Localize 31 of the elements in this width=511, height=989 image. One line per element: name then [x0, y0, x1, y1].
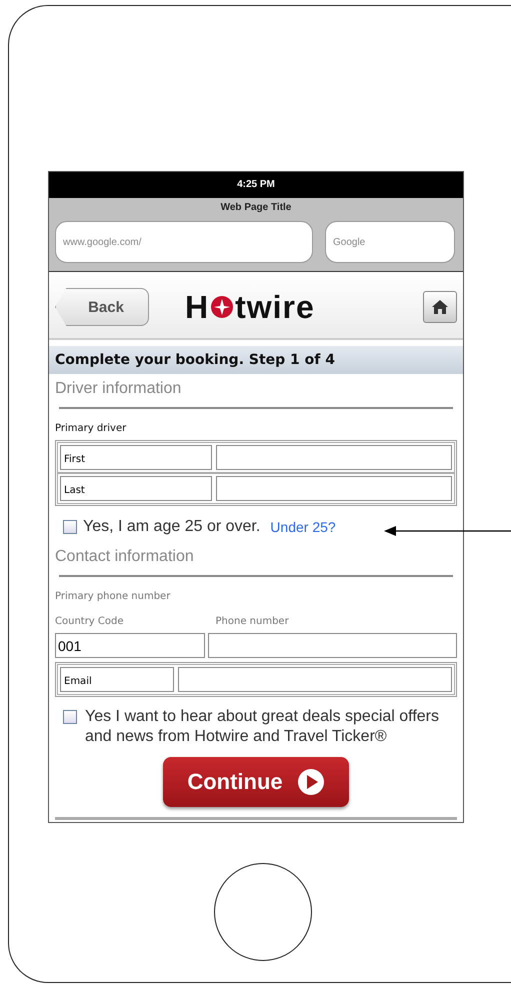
step-heading: Complete your booking. Step 1 of 4 [49, 346, 463, 374]
field-label: First [60, 445, 212, 470]
phone-label: Primary phone number [55, 591, 172, 602]
page-title: Web Page Title [220, 202, 292, 213]
input-field[interactable] [216, 476, 452, 501]
offers-checkbox-label: Yes I want to hear about great deals special offers and news from Hotwire and Travel Ticker® [85, 707, 440, 747]
age-checkbox[interactable] [63, 520, 77, 534]
field-label: Email [60, 667, 174, 692]
age-checkbox-label: Yes, I am age 25 or over. [83, 518, 260, 536]
field-label: Last [60, 476, 212, 501]
home-hardware-button[interactable] [214, 863, 312, 961]
email-field[interactable] [178, 667, 452, 692]
phone-number-label: Phone number [216, 616, 289, 627]
under-25-link[interactable]: Under 25? [270, 519, 336, 535]
input-field[interactable] [216, 445, 452, 470]
play-icon [296, 768, 325, 796]
address-field[interactable]: www.google.com/ [55, 221, 313, 263]
search-field[interactable]: Google [325, 221, 455, 263]
house-icon [432, 300, 448, 314]
back-button[interactable]: Back [55, 288, 149, 326]
status-time: 4:25 PM [237, 179, 275, 190]
country-code-field[interactable]: 001 [55, 633, 205, 658]
home-button[interactable] [423, 291, 457, 323]
phone-number-field[interactable] [208, 633, 457, 658]
continue-button[interactable]: Continue [163, 757, 349, 807]
section-title: Driver information [55, 380, 182, 398]
section-title: Contact information [55, 548, 195, 566]
offers-checkbox[interactable] [63, 710, 77, 724]
primary-driver-label: Primary driver [55, 423, 128, 434]
country-code-label: Country Code [55, 616, 124, 627]
hotwire-logo: H twire [185, 288, 315, 326]
